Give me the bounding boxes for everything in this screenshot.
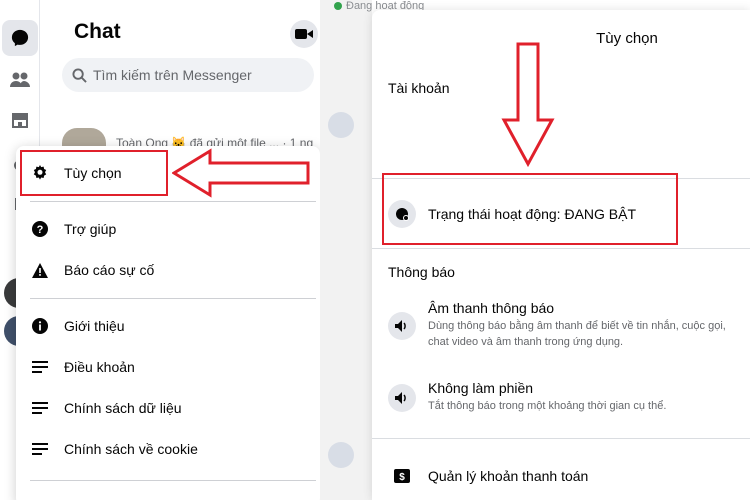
speaker-icon (388, 384, 416, 412)
avatar (328, 112, 354, 138)
menu-divider (30, 201, 316, 202)
search-placeholder: Tìm kiếm trên Messenger (93, 67, 252, 83)
manage-payments-label: Quản lý khoản thanh toán (428, 468, 589, 484)
menu-item-help[interactable]: ? Trợ giúp (30, 211, 310, 247)
do-not-disturb-label: Không làm phiền (428, 380, 534, 396)
warning-icon (30, 260, 50, 280)
help-icon: ? (30, 219, 50, 239)
menu-item-label: Báo cáo sự cố (64, 262, 155, 278)
search-input[interactable]: Tìm kiếm trên Messenger (62, 58, 314, 92)
do-not-disturb-row[interactable]: Không làm phiền Tắt thông báo trong một … (388, 380, 748, 414)
chat-bubble-icon (11, 29, 29, 47)
highlight-box-preferences (20, 150, 168, 196)
notifications-section-heading: Thông báo (388, 264, 455, 280)
left-arrow-annotation (172, 148, 310, 198)
menu-divider (30, 298, 316, 299)
menu-item-label: Chính sách về cookie (64, 441, 198, 457)
page-title: Chat (74, 20, 121, 43)
dollar-icon: $ (388, 462, 416, 490)
account-section-heading: Tài khoản (388, 80, 450, 96)
preferences-dialog: Tùy chọn Tài khoản Trạng thái hoạt động:… (372, 10, 750, 500)
chats-nav-button[interactable] (2, 20, 38, 56)
video-camera-icon (295, 29, 313, 39)
down-arrow-annotation (501, 42, 555, 168)
document-icon (30, 398, 50, 418)
store-icon (12, 113, 28, 128)
marketplace-nav-button[interactable] (2, 102, 38, 138)
document-icon (30, 357, 50, 377)
people-nav-button[interactable] (2, 62, 38, 98)
notification-sound-label: Âm thanh thông báo (428, 300, 555, 316)
messenger-chat-panel: Chat Tìm kiếm trên Messenger Toàn Ong 🐱 … (0, 0, 320, 500)
menu-divider (30, 480, 316, 481)
search-icon (72, 67, 87, 83)
menu-item-report-problem[interactable]: Báo cáo sự cố (30, 252, 310, 288)
notification-sound-description: Dùng thông báo bằng âm thanh để biết về … (428, 320, 726, 332)
section-divider (372, 438, 750, 439)
menu-item-label: Điều khoản (64, 359, 135, 375)
settings-dropdown-menu: Tùy chọn ? Trợ giúp Báo cáo sự cố Giới t… (16, 146, 320, 500)
speaker-icon (388, 312, 416, 340)
notification-sound-row[interactable]: Âm thanh thông báo Dùng thông báo bằng â… (388, 300, 748, 350)
menu-item-cookie-policy[interactable]: Chính sách về cookie (30, 431, 310, 467)
menu-item-terms[interactable]: Điều khoản (30, 349, 310, 385)
manage-payments-row[interactable]: $ Quản lý khoản thanh toán (388, 462, 748, 490)
notification-sound-description: chat video và âm thanh trong ứng dụng. (428, 336, 624, 348)
highlight-box-active-status (382, 173, 678, 245)
menu-item-data-policy[interactable]: Chính sách dữ liệu (30, 390, 310, 426)
svg-text:?: ? (37, 224, 44, 236)
people-icon (10, 72, 30, 87)
avatar (328, 442, 354, 468)
menu-item-label: Giới thiệu (64, 318, 125, 334)
dialog-title: Tùy chọn (596, 30, 658, 47)
background-chat-strip: Đang hoạt động (320, 0, 424, 500)
menu-item-label: Trợ giúp (64, 221, 117, 237)
new-message-button[interactable] (290, 20, 318, 48)
menu-item-label: Chính sách dữ liệu (64, 400, 182, 416)
svg-text:$: $ (399, 472, 405, 483)
info-icon (30, 316, 50, 336)
document-icon (30, 439, 50, 459)
menu-item-about[interactable]: Giới thiệu (30, 308, 310, 344)
section-divider (372, 248, 750, 249)
do-not-disturb-description: Tắt thông báo trong một khoảng thời gian… (428, 400, 667, 412)
online-dot (334, 2, 342, 10)
